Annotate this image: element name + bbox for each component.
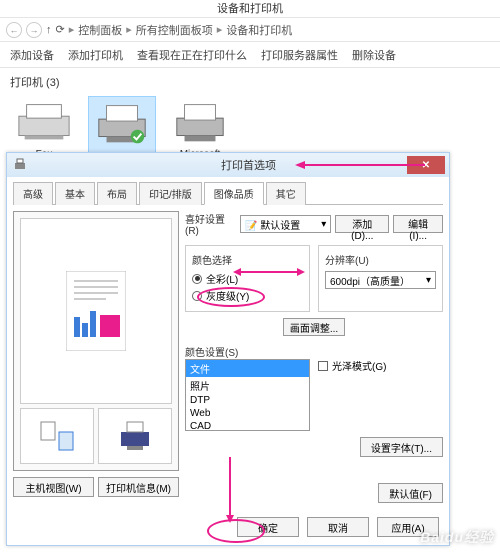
- list-item[interactable]: DTP: [186, 394, 309, 407]
- print-preferences-dialog: 打印首选项 ✕ 高级 基本 布局 印记/排版 图像品质 其它: [6, 152, 450, 546]
- gloss-checkbox[interactable]: 光泽模式(G): [318, 358, 443, 373]
- printer-icon: [171, 100, 229, 144]
- breadcrumb-item[interactable]: 设备和打印机: [226, 22, 292, 38]
- tab-other[interactable]: 其它: [266, 182, 306, 205]
- watermark: Baidu经验: [420, 527, 494, 547]
- add-printer-link[interactable]: 添加打印机: [68, 47, 123, 63]
- color-settings-list[interactable]: 文件 照片 DTP Web CAD: [185, 359, 310, 431]
- breadcrumb-item[interactable]: 控制面板: [78, 22, 122, 38]
- color-select-group: 颜色选择 全彩(L) 灰度级(Y): [185, 245, 310, 312]
- printer-thumb: [98, 408, 172, 464]
- list-item[interactable]: Web: [186, 407, 309, 420]
- refresh-icon[interactable]: ⟳: [56, 23, 65, 36]
- list-item[interactable]: 文件: [186, 360, 309, 377]
- explorer-nav: ← → ↑ ⟳ ▸ 控制面板 ▸ 所有控制面板项 ▸ 设备和打印机: [0, 18, 500, 42]
- layout-thumb: [20, 408, 94, 464]
- defaults-button[interactable]: 默认值(F): [378, 483, 443, 503]
- preview-box: [13, 211, 179, 471]
- printer-icon: [93, 101, 151, 145]
- dialog-title: 打印首选项: [221, 157, 276, 173]
- tabs: 高级 基本 布局 印记/排版 图像品质 其它: [13, 181, 443, 205]
- tab-layout[interactable]: 布局: [97, 182, 137, 205]
- tab-watermark[interactable]: 印记/排版: [139, 182, 202, 205]
- forward-icon[interactable]: →: [26, 22, 42, 38]
- favorites-combo[interactable]: 📝 默认设置▾: [240, 215, 331, 233]
- section-label: 打印机 (3): [0, 68, 500, 92]
- settings-column: 喜好设置(R) 📝 默认设置▾ 添加(D)... 编辑(I)... 颜色选择 全…: [185, 211, 443, 513]
- tab-basic[interactable]: 基本: [55, 182, 95, 205]
- favorites-label: 喜好设置(R): [185, 211, 236, 237]
- server-props-link[interactable]: 打印服务器属性: [261, 47, 338, 63]
- add-favorite-button[interactable]: 添加(D)...: [335, 215, 389, 233]
- color-settings-label: 颜色设置(S): [185, 344, 310, 359]
- up-icon[interactable]: ↑: [46, 24, 52, 36]
- printer-icon: [13, 158, 27, 172]
- annotation-arrow: [305, 161, 425, 169]
- tab-image-quality[interactable]: 图像品质: [204, 182, 264, 205]
- list-item[interactable]: 照片: [186, 377, 309, 394]
- breadcrumb-item[interactable]: 所有控制面板项: [136, 22, 213, 38]
- add-device-link[interactable]: 添加设备: [10, 47, 54, 63]
- preview-column: 主机视图(W) 打印机信息(M): [13, 211, 179, 513]
- explorer-title: 设备和打印机: [0, 0, 500, 18]
- printer-info-button[interactable]: 打印机信息(M): [98, 477, 179, 497]
- resolution-group: 分辨率(U) 600dpi（高质量）▾: [318, 245, 443, 312]
- annotation-arrow: [241, 271, 297, 273]
- fax-icon: [15, 100, 73, 144]
- grayscale-radio[interactable]: 灰度级(Y): [192, 288, 303, 303]
- annotation-arrow: [229, 457, 231, 515]
- see-printing-link[interactable]: 查看现在正在打印什么: [137, 47, 247, 63]
- edit-favorite-button[interactable]: 编辑(I)...: [393, 215, 443, 233]
- cancel-button[interactable]: 取消: [307, 517, 369, 537]
- font-settings-button[interactable]: 设置字体(T)...: [360, 437, 443, 457]
- tab-advanced[interactable]: 高级: [13, 182, 53, 205]
- image-adjust-button[interactable]: 画面调整...: [283, 318, 345, 336]
- resolution-combo[interactable]: 600dpi（高质量）▾: [325, 271, 436, 289]
- page-thumbnail: [20, 218, 172, 404]
- back-icon[interactable]: ←: [6, 22, 22, 38]
- full-color-radio[interactable]: 全彩(L): [192, 271, 303, 286]
- explorer-toolbar: 添加设备 添加打印机 查看现在正在打印什么 打印服务器属性 删除设备: [0, 42, 500, 68]
- dialog-footer: 确定 取消 应用(A): [237, 517, 439, 537]
- host-view-button[interactable]: 主机视图(W): [13, 477, 94, 497]
- list-item[interactable]: CAD: [186, 420, 309, 431]
- remove-device-link[interactable]: 删除设备: [352, 47, 396, 63]
- ok-button[interactable]: 确定: [237, 517, 299, 537]
